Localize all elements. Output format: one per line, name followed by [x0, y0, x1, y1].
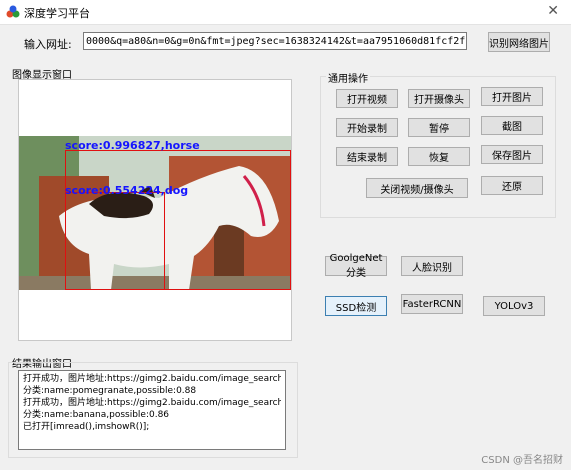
yolov3-button[interactable]: YOLOv3: [483, 296, 545, 316]
app-icon: [6, 5, 20, 18]
output-line: 打开成功，图片地址:https://gimg2.baidu.com/image_…: [23, 374, 281, 384]
image-display-panel: score:0.996827,horse score:0.554224,dog: [18, 79, 292, 341]
open-camera-button[interactable]: 打开摄像头: [408, 89, 470, 108]
output-line: 分类:name:pomegranate,possible:0.88: [23, 386, 197, 396]
open-video-button[interactable]: 打开视频: [336, 89, 398, 108]
close-video-camera-button[interactable]: 关闭视频/摄像头: [366, 178, 468, 198]
watermark: CSDN @吾名招财: [481, 455, 563, 466]
url-label: 输入网址:: [24, 38, 72, 51]
googlenet-classify-button[interactable]: GoolgeNet分类: [325, 253, 387, 279]
pause-button[interactable]: 暂停: [408, 118, 470, 137]
open-image-button[interactable]: 打开图片: [481, 87, 543, 106]
result-output-textbox[interactable]: 打开成功，图片地址:https://gimg2.baidu.com/image_…: [18, 370, 286, 450]
dog-bounding-box: [65, 192, 165, 290]
save-image-button[interactable]: 保存图片: [481, 145, 543, 164]
window-title: 深度学习平台: [24, 7, 90, 20]
horse-detection-label: score:0.996827,horse: [65, 139, 200, 152]
restore-button[interactable]: 还原: [481, 176, 543, 195]
face-recognition-button[interactable]: 人脸识别: [401, 256, 463, 276]
output-line: 打开成功，图片地址:https://gimg2.baidu.com/image_…: [23, 398, 281, 408]
dog-detection-label: score:0.554224,dog: [65, 184, 189, 197]
general-ops-title: 通用操作: [326, 70, 370, 85]
ssd-detect-button[interactable]: SSD检测: [325, 296, 387, 316]
end-record-button[interactable]: 结束录制: [336, 147, 398, 166]
url-input[interactable]: 0000&q=a80&n=0&g=0n&fmt=jpeg?sec=1638324…: [83, 32, 467, 50]
resume-button[interactable]: 恢复: [408, 147, 470, 166]
photo: score:0.996827,horse score:0.554224,dog: [19, 136, 291, 290]
output-line: 分类:name:banana,possible:0.86: [23, 410, 170, 420]
start-record-button[interactable]: 开始录制: [336, 118, 398, 137]
output-line: 已打开[imread(),imshowR()];: [23, 422, 150, 432]
faster-rcnn-button[interactable]: FasterRCNN: [401, 294, 463, 314]
title-bar: 深度学习平台 ✕: [0, 0, 571, 25]
recognize-web-image-button[interactable]: 识别网络图片: [488, 32, 550, 52]
screenshot-button[interactable]: 截图: [481, 116, 543, 135]
close-icon[interactable]: ✕: [547, 3, 559, 19]
